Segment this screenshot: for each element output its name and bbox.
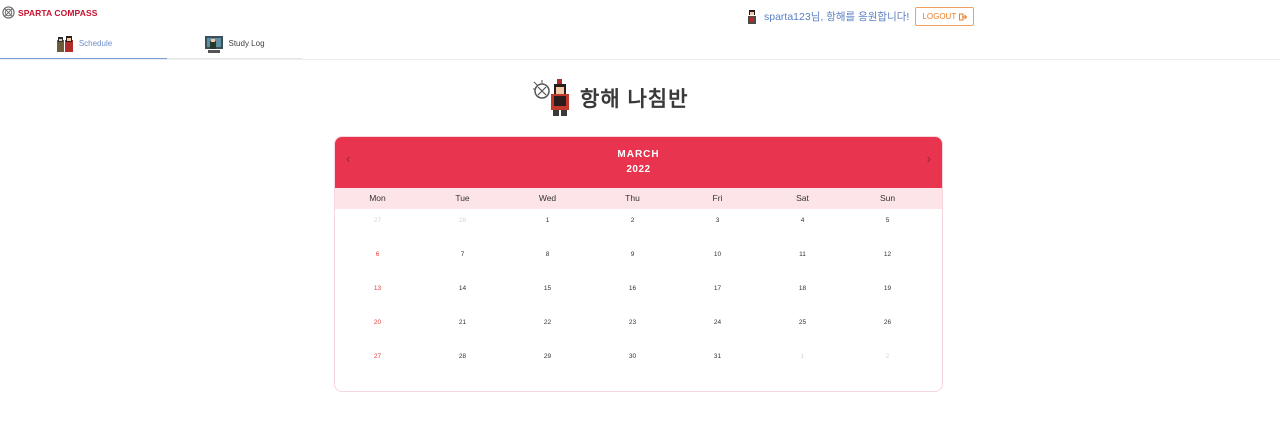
calendar-day[interactable]: 28 [420,345,505,379]
tab-bar: Schedule Study Log [0,29,302,60]
calendar-day[interactable]: 9 [590,243,675,277]
calendar-day[interactable]: 15 [505,277,590,311]
calendar-grid: 27 28 1 2 3 4 5 6 7 8 9 10 11 12 13 14 1… [335,209,942,379]
logout-icon [959,13,968,20]
calendar-day[interactable]: 7 [420,243,505,277]
calendar-day[interactable]: 26 [845,311,930,345]
calendar-day[interactable]: 1 [760,345,845,379]
weekday-thu: Thu [625,193,640,203]
calendar-day[interactable]: 6 [335,243,420,277]
calendar-week: 27 28 29 30 31 1 2 [335,345,942,379]
compass-icon [2,6,15,19]
weekday-fri: Fri [712,193,723,203]
calendar-day[interactable]: 1 [505,209,590,243]
calendar-week: 20 21 22 23 24 25 26 [335,311,942,345]
calendar-year: 2022 [626,164,651,175]
weekday-row: Mon Tue Wed Thu Fri Sat Sun [335,188,942,209]
calendar-day[interactable]: 27 [335,345,420,379]
calendar-day[interactable]: 18 [760,277,845,311]
calendar-week: 6 7 8 9 10 11 12 [335,243,942,277]
calendar-day[interactable]: 3 [675,209,760,243]
weekday-tue: Tue [455,193,470,203]
calendar-week: 27 28 1 2 3 4 5 [335,209,942,243]
weekday-wed: Wed [538,193,557,203]
calendar-header: ‹ MARCH 2022 › [335,137,942,188]
tab-study-log-label: Study Log [228,39,265,48]
header-divider [0,59,1280,60]
calendar-day[interactable]: 24 [675,311,760,345]
page-title: 항해 나침반 [532,78,688,118]
weekday-mon: Mon [369,193,386,203]
calendar-day[interactable]: 2 [590,209,675,243]
calendar-day[interactable]: 14 [420,277,505,311]
calendar-day[interactable]: 23 [590,311,675,345]
page-title-text: 항해 나침반 [580,88,689,111]
characters-icon [56,35,73,52]
tab-study-log[interactable]: Study Log [167,29,302,60]
calendar-day[interactable]: 19 [845,277,930,311]
calendar: ‹ MARCH 2022 › Mon Tue Wed Thu Fri Sat S… [334,136,943,392]
calendar-day[interactable]: 17 [675,277,760,311]
calendar-day[interactable]: 8 [505,243,590,277]
brand-name: SPARTA COMPASS [18,7,98,18]
calendar-day[interactable]: 21 [420,311,505,345]
tab-schedule[interactable]: Schedule [0,29,167,60]
warrior-compass-icon [533,79,569,116]
monitor-icon [205,35,224,53]
calendar-day[interactable]: 25 [760,311,845,345]
calendar-day[interactable]: 2 [845,345,930,379]
user-area: sparta123님, 항해를 응원합니다! LOGOUT [744,7,975,26]
calendar-day[interactable]: 27 [335,209,420,243]
calendar-day[interactable]: 22 [505,311,590,345]
calendar-day[interactable]: 12 [845,243,930,277]
weekday-sat: Sat [796,193,809,203]
calendar-day[interactable]: 10 [675,243,760,277]
calendar-day[interactable]: 4 [760,209,845,243]
calendar-day[interactable]: 11 [760,243,845,277]
calendar-month: MARCH [617,149,660,160]
calendar-day[interactable]: 28 [420,209,505,243]
logout-button[interactable]: LOGOUT [915,7,975,26]
logout-label: LOGOUT [922,12,957,21]
calendar-day[interactable]: 20 [335,311,420,345]
tab-schedule-label: Schedule [78,39,113,48]
calendar-day[interactable]: 16 [590,277,675,311]
calendar-day[interactable]: 13 [335,277,420,311]
brand[interactable]: SPARTA COMPASS [2,6,97,19]
calendar-day[interactable]: 30 [590,345,675,379]
calendar-day[interactable]: 29 [505,345,590,379]
calendar-day[interactable]: 31 [675,345,760,379]
avatar-icon [748,9,756,24]
user-greeting: sparta123님, 항해를 응원합니다! [764,11,910,23]
calendar-week: 13 14 15 16 17 18 19 [335,277,942,311]
calendar-day[interactable]: 5 [845,209,930,243]
weekday-sun: Sun [879,193,896,203]
chevron-right-icon[interactable]: › [927,151,931,166]
